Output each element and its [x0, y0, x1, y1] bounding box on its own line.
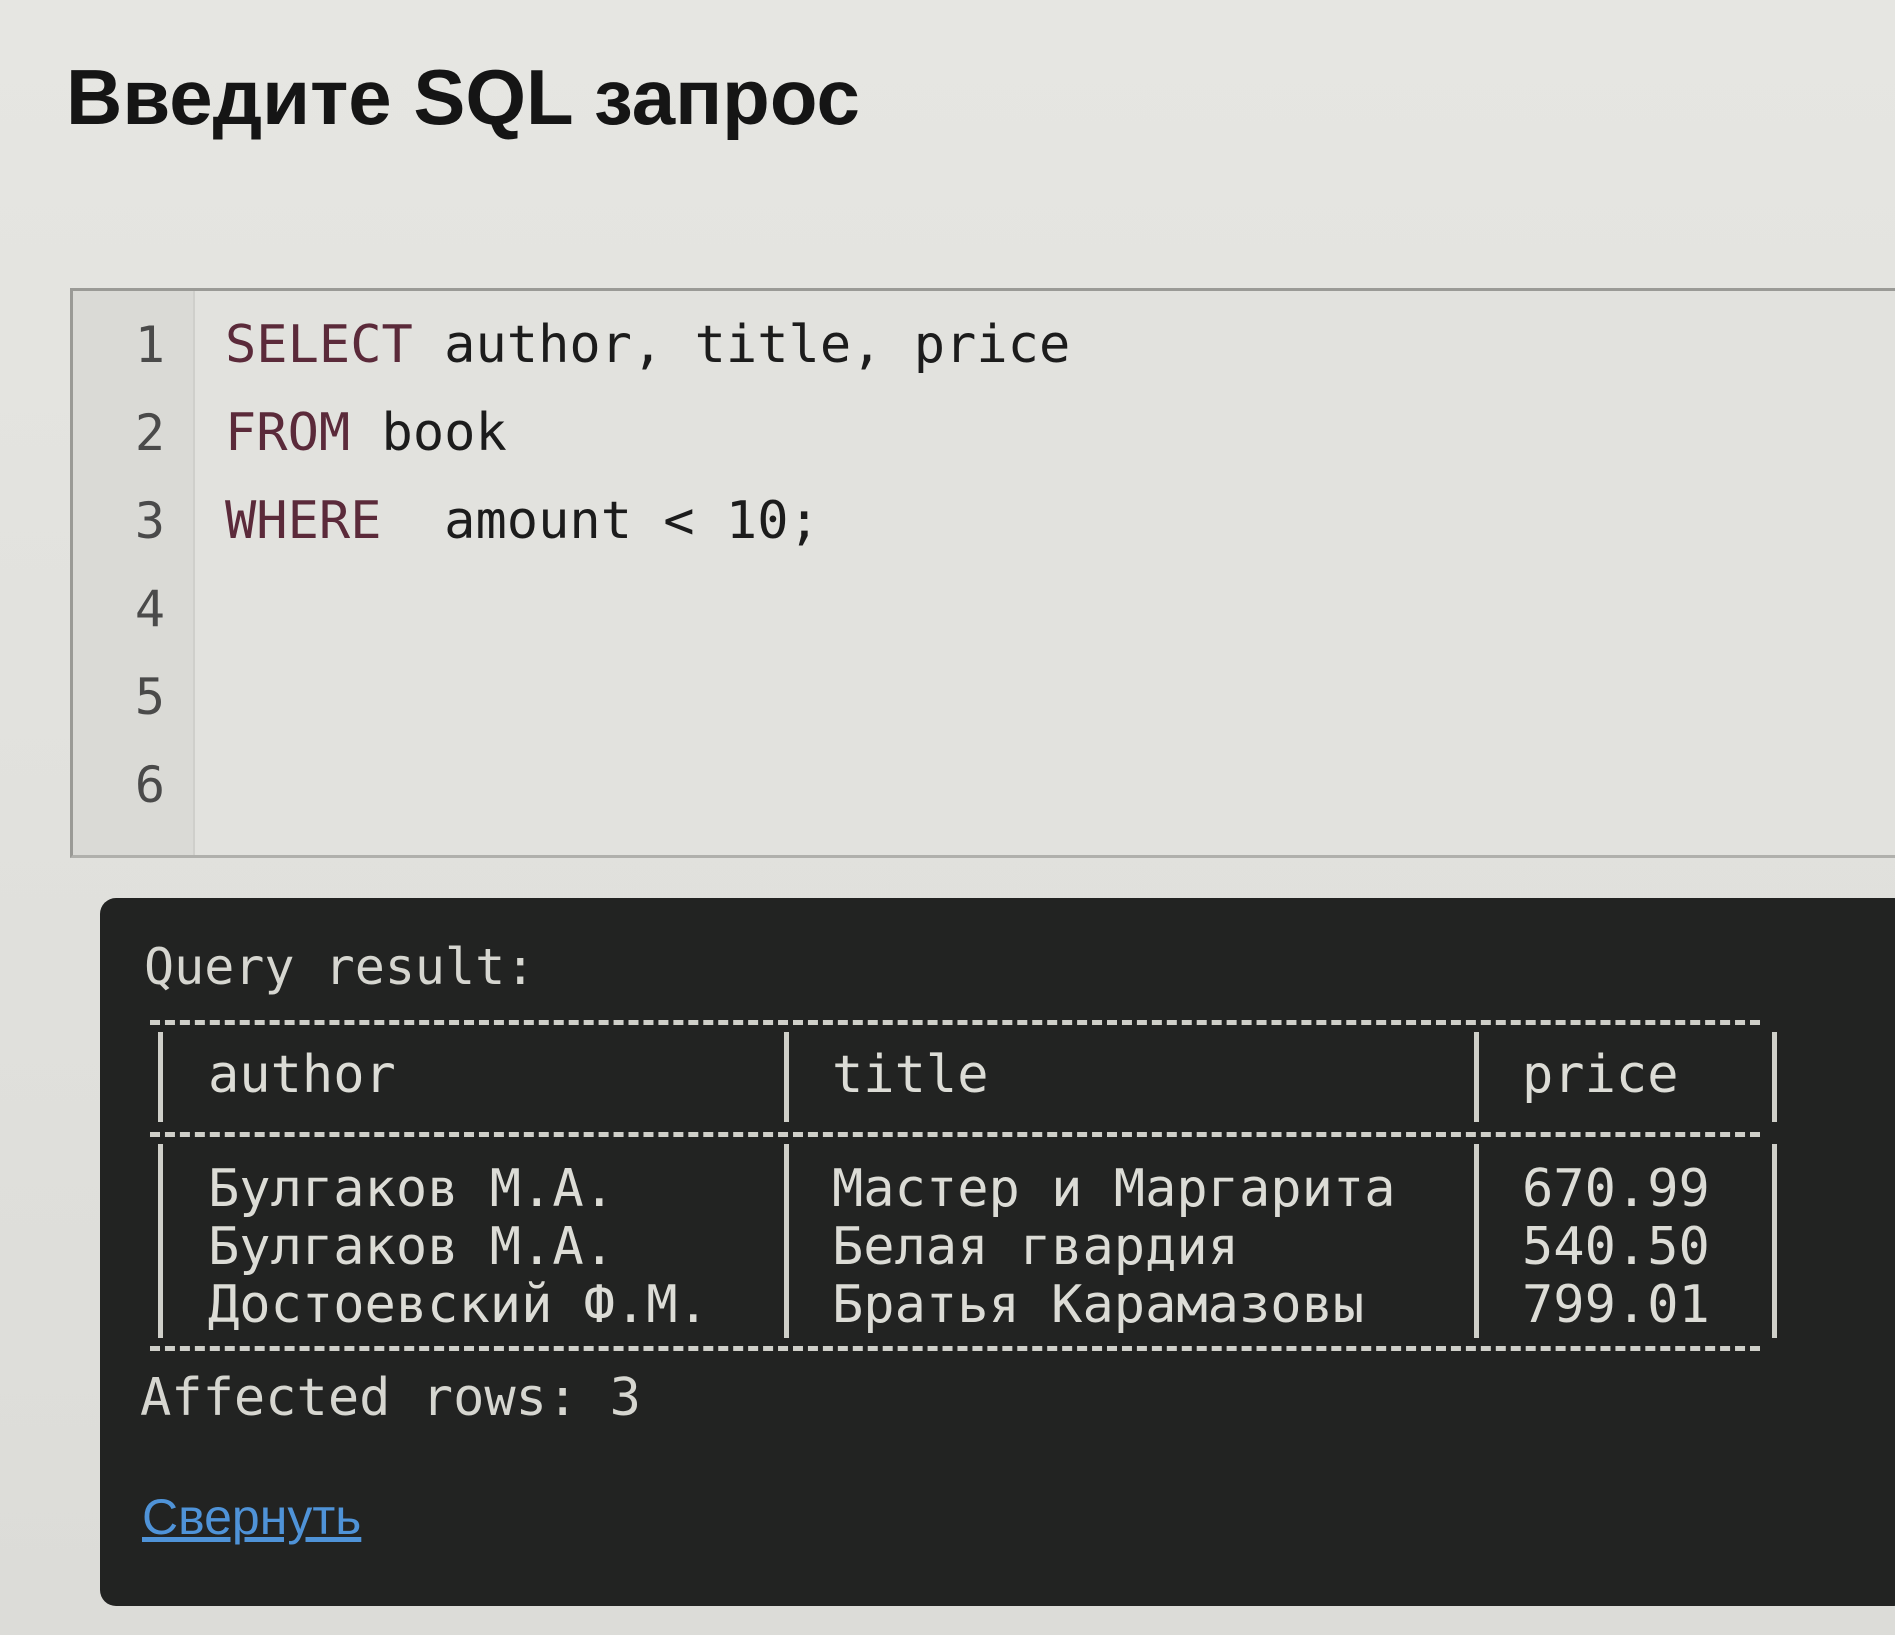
- line-number: 3: [134, 492, 165, 550]
- table-border-right: [1772, 1144, 1777, 1338]
- table-border-left: [158, 1144, 163, 1338]
- line-number: 1: [134, 316, 165, 374]
- cell-price: 540.50: [1522, 1217, 1710, 1277]
- column-header-title: title: [832, 1045, 989, 1105]
- code-line[interactable]: WHERE amount < 10;: [225, 477, 820, 565]
- affected-rows-text: Affected rows: 3: [140, 1368, 641, 1428]
- code-line[interactable]: FROM book: [225, 389, 507, 477]
- table-border-top: [150, 1020, 1760, 1025]
- table-header-separator: [150, 1132, 1760, 1137]
- sql-keyword: WHERE: [225, 491, 382, 551]
- table-border-bottom: [150, 1346, 1760, 1351]
- result-heading: Query result:: [144, 938, 536, 996]
- column-header-author: author: [208, 1045, 396, 1105]
- line-number: 2: [134, 404, 165, 462]
- cell-author: Булгаков М.А.: [208, 1159, 615, 1219]
- collapse-link[interactable]: Свернуть: [142, 1488, 361, 1546]
- table-column-divider: [784, 1032, 789, 1122]
- table-border-left: [158, 1032, 163, 1122]
- code-text: book: [350, 403, 507, 463]
- sql-keyword: SELECT: [225, 315, 413, 375]
- cell-price: 670.99: [1522, 1159, 1710, 1219]
- cell-price: 799.01: [1522, 1275, 1710, 1335]
- query-result-panel: Query result: author title price Булгако…: [100, 898, 1895, 1606]
- code-text: amount < 10;: [381, 491, 820, 551]
- table-column-divider: [1474, 1144, 1479, 1338]
- table-column-divider: [1474, 1032, 1479, 1122]
- sql-keyword: FROM: [225, 403, 351, 463]
- page-title: Введите SQL запрос: [66, 53, 860, 141]
- sql-editor[interactable]: 1 2 3 4 5 6 SELECT author, title, price …: [70, 288, 1895, 858]
- line-number: 6: [134, 756, 165, 814]
- cell-title: Братья Карамазовы: [832, 1275, 1365, 1335]
- table-column-divider: [784, 1144, 789, 1338]
- column-header-price: price: [1522, 1045, 1679, 1105]
- page: Введите SQL запрос 1 2 3 4 5 6 SELECT au…: [0, 0, 1895, 1635]
- line-number-gutter: 1 2 3 4 5 6: [73, 291, 195, 855]
- cell-title: Белая гвардия: [832, 1217, 1239, 1277]
- cell-title: Мастер и Маргарита: [832, 1159, 1396, 1219]
- cell-author: Булгаков М.А.: [208, 1217, 615, 1277]
- line-number: 4: [134, 580, 165, 638]
- line-number: 5: [134, 668, 165, 726]
- code-line[interactable]: SELECT author, title, price: [225, 301, 1070, 389]
- table-border-right: [1772, 1032, 1777, 1122]
- cell-author: Достоевский Ф.М.: [208, 1275, 709, 1335]
- code-text: author, title, price: [412, 315, 1071, 375]
